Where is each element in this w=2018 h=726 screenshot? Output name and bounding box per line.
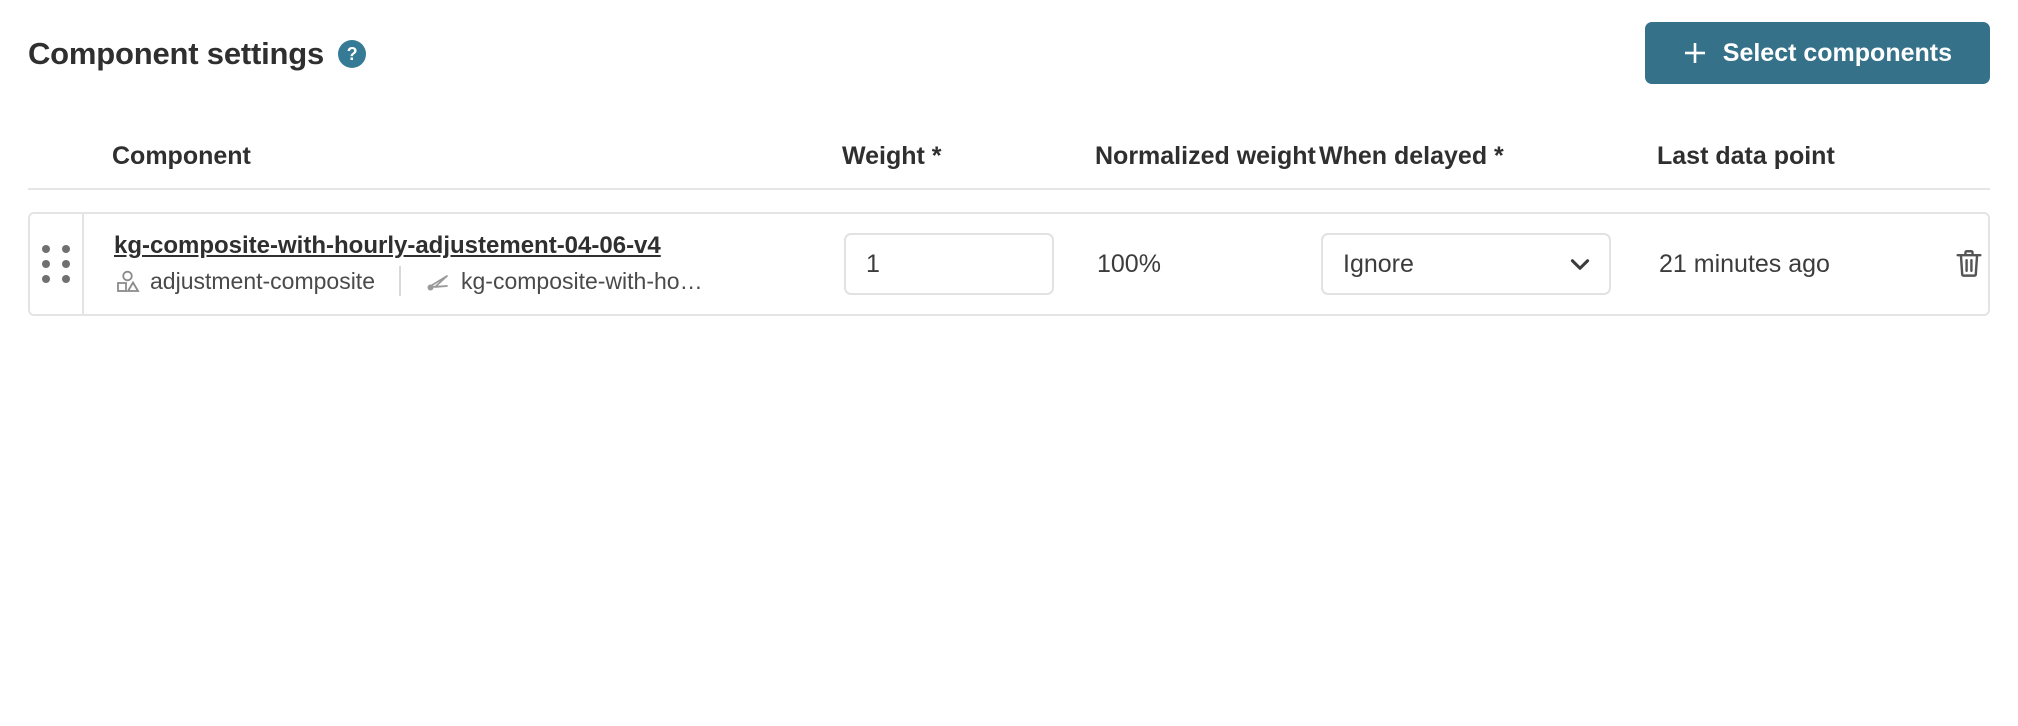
weight-input[interactable]: [844, 233, 1054, 295]
meta-label-metric: kg-composite-with-ho…: [461, 267, 703, 294]
component-cell: kg-composite-with-hourly-adjustement-04-…: [84, 214, 844, 314]
component-meta: adjustment-composite kg-composite-with-h…: [114, 266, 703, 296]
select-components-button[interactable]: Select components: [1644, 22, 1990, 84]
meta-divider: [399, 266, 401, 296]
meta-item-metric: kg-composite-with-ho…: [425, 268, 703, 295]
title-group: Component settings ?: [28, 22, 367, 72]
component-settings-page: Component settings ? Select components C…: [0, 0, 2018, 726]
table-row: kg-composite-with-hourly-adjustement-04-…: [28, 212, 1990, 316]
th-when-delayed: When delayed *: [1319, 142, 1504, 170]
drag-handle[interactable]: [30, 214, 84, 314]
last-data-point-cell: 21 minutes ago: [1659, 214, 1939, 314]
delete-row-button[interactable]: [1949, 244, 1989, 284]
when-delayed-select-wrap: Ignore: [1321, 233, 1611, 295]
trash-icon: [1952, 246, 1986, 283]
meta-label-composite: adjustment-composite: [150, 267, 375, 294]
th-weight: Weight *: [842, 142, 942, 170]
help-icon[interactable]: ?: [338, 40, 367, 68]
th-component: Component: [112, 142, 251, 170]
weight-cell: [844, 214, 1097, 314]
section-header: Component settings ? Select components: [28, 22, 1990, 92]
meta-item-composite: adjustment-composite: [114, 268, 375, 295]
table-header-row: Component Weight * Normalized weight Whe…: [28, 140, 1990, 190]
th-last-data-point: Last data point: [1657, 142, 1835, 170]
select-components-label: Select components: [1722, 38, 1952, 67]
metric-arrow-icon: [425, 268, 451, 294]
when-delayed-select[interactable]: Ignore: [1321, 233, 1611, 295]
shapes-composite-icon: [114, 268, 140, 294]
drag-dots-icon: [42, 245, 70, 283]
plus-icon: [1683, 41, 1707, 65]
normalized-weight-cell: 100%: [1097, 214, 1321, 314]
normalized-weight-value: 100%: [1097, 249, 1161, 278]
row-actions-cell: [1939, 214, 1989, 314]
page-title: Component settings: [28, 36, 325, 71]
last-data-point-value: 21 minutes ago: [1659, 249, 1830, 278]
th-normalized-weight: Normalized weight: [1095, 142, 1316, 170]
components-table: Component Weight * Normalized weight Whe…: [28, 140, 1990, 316]
component-link[interactable]: kg-composite-with-hourly-adjustement-04-…: [114, 232, 661, 260]
when-delayed-cell: Ignore: [1321, 214, 1659, 314]
